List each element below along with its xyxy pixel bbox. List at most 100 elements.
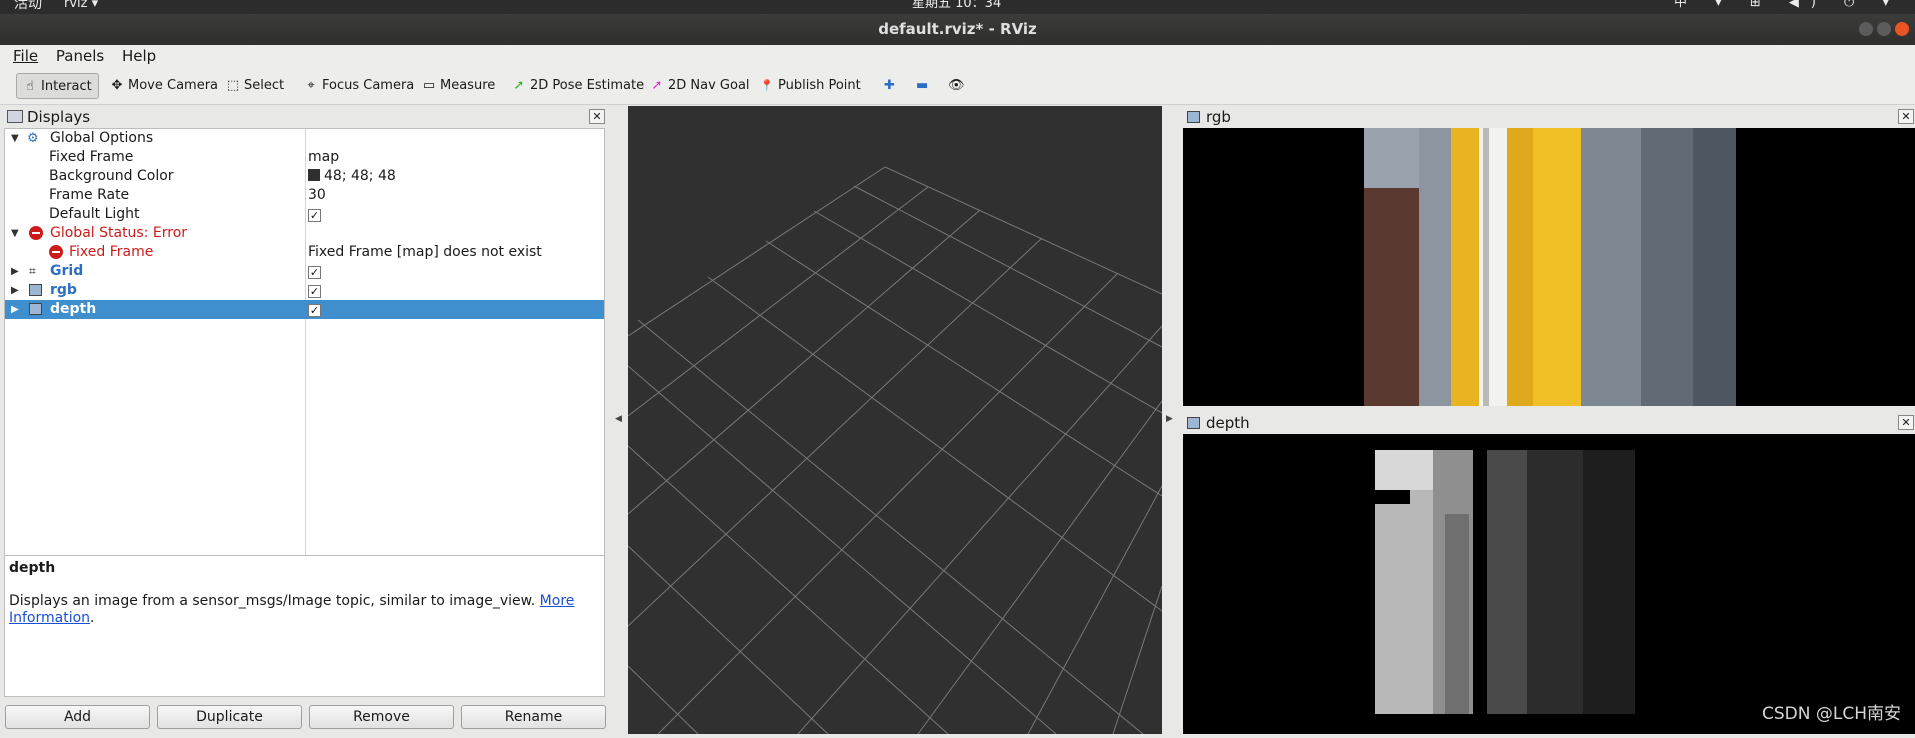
eye-icon: 👁 [948, 78, 965, 93]
add-button[interactable]: Add [5, 705, 150, 729]
row-label: depth [50, 301, 97, 317]
rgb-camera-image [1364, 128, 1736, 406]
panel-close-icon[interactable]: ✕ [589, 109, 605, 124]
depth-image-view[interactable]: CSDN @LCH南安 [1183, 434, 1915, 734]
rgb-panel-header: rgb ✕ [1183, 106, 1915, 128]
tree-row-background-color[interactable]: Background Color 48; 48; 48 [5, 167, 604, 186]
rgb-checkbox[interactable]: ✓ [308, 285, 321, 298]
move-camera-label: Move Camera [128, 78, 219, 93]
watermark: CSDN @LCH南安 [1762, 704, 1901, 724]
tree-row-frame-rate[interactable]: Frame Rate 30 [5, 186, 604, 205]
error-icon [29, 226, 43, 240]
rgb-title: rgb [1206, 108, 1231, 126]
rename-button[interactable]: Rename [461, 705, 606, 729]
background-color-value[interactable]: 48; 48; 48 [308, 167, 396, 186]
nav-goal-tool-button[interactable]: ➚ 2D Nav Goal [644, 73, 756, 99]
tree-row-fixed-frame-error[interactable]: Fixed Frame Fixed Frame [map] does not e… [5, 243, 604, 262]
menu-file[interactable]: File [13, 45, 38, 67]
map-pin-icon: 📍 [760, 79, 774, 92]
menu-panels[interactable]: Panels [56, 45, 104, 67]
interact-label: Interact [41, 79, 92, 94]
displays-title: Displays [27, 108, 91, 126]
collapse-right-icon[interactable]: ▶ [1166, 414, 1173, 424]
menu-help[interactable]: Help [122, 45, 156, 67]
tree-row-global-status[interactable]: ▼ Global Status: Error [5, 224, 604, 243]
minus-icon: ▬ [916, 78, 929, 93]
window-titlebar: default.rviz* - RViz [0, 14, 1915, 45]
tree-row-grid[interactable]: ▶ ⌗ Grid ✓ [5, 262, 604, 281]
pose-estimate-tool-button[interactable]: ➚ 2D Pose Estimate [506, 73, 650, 99]
row-label: rgb [50, 282, 77, 298]
color-value-text: 48; 48; 48 [324, 168, 396, 184]
remove-button[interactable]: Remove [309, 705, 454, 729]
tree-row-depth[interactable]: ▶ depth ✓ [5, 300, 604, 319]
publish-point-label: Publish Point [778, 78, 861, 93]
measure-tool-button[interactable]: ▭ Measure [416, 73, 501, 99]
pose-estimate-label: 2D Pose Estimate [530, 78, 645, 93]
panel-close-icon[interactable]: ✕ [1898, 109, 1914, 124]
collapse-left-icon[interactable]: ◀ [615, 414, 622, 424]
app-menu[interactable]: rviz ▾ [64, 0, 98, 10]
tree-row-global-options[interactable]: ▼ ⚙ Global Options [5, 129, 604, 148]
grid-icon: ⌗ [29, 264, 36, 278]
error-icon [49, 245, 63, 259]
depth-checkbox[interactable]: ✓ [308, 304, 321, 317]
system-top-bar: 活动 rviz ▾ 星期五 10：34 中 ▾ ⊞ ◀) ⏻ ▾ [0, 0, 1915, 14]
focus-icon: ⌖ [307, 78, 315, 93]
grid-render [627, 166, 1163, 735]
expand-arrow-icon[interactable]: ▼ [11, 129, 19, 148]
fixed-frame-value[interactable]: map [308, 148, 339, 167]
depth-camera-image [1375, 450, 1635, 714]
displays-panel-header: Displays ✕ [3, 106, 606, 128]
minimize-button[interactable] [1859, 22, 1873, 36]
system-tray[interactable]: 中 ▾ ⊞ ◀) ⏻ ▾ [1674, 0, 1901, 9]
row-label: Frame Rate [49, 187, 130, 203]
window-controls [1859, 22, 1909, 36]
nav-arrow-icon: ➚ [651, 78, 663, 93]
frame-rate-value[interactable]: 30 [308, 186, 326, 205]
duplicate-button[interactable]: Duplicate [157, 705, 302, 729]
publish-point-tool-button[interactable]: 📍 Publish Point [754, 73, 867, 99]
close-button[interactable] [1895, 22, 1909, 36]
right-splitter[interactable]: ▶ [1164, 106, 1174, 734]
row-label: Grid [50, 263, 84, 279]
collapse-arrow-icon[interactable]: ▶ [11, 300, 19, 319]
select-icon: ⬚ [226, 78, 240, 93]
tree-row-rgb[interactable]: ▶ rgb ✓ [5, 281, 604, 300]
3d-view[interactable] [627, 106, 1163, 735]
description-text: Displays an image from a sensor_msgs/Ima… [9, 593, 536, 609]
left-splitter[interactable]: ◀ [613, 106, 623, 734]
monitor-icon [7, 110, 23, 123]
interact-tool-button[interactable]: ☝ Interact [16, 73, 99, 99]
tree-row-fixed-frame[interactable]: Fixed Frame map [5, 148, 604, 167]
pose-arrow-icon: ➚ [513, 78, 525, 93]
grid-checkbox[interactable]: ✓ [308, 266, 321, 279]
error-message: Fixed Frame [map] does not exist [308, 244, 542, 260]
tool-bar: ☝ Interact ✥ Move Camera ⬚ Select ⌖ Focus Ca… [0, 67, 1915, 105]
collapse-arrow-icon[interactable]: ▶ [11, 281, 19, 300]
image-icon [1187, 111, 1200, 123]
collapse-arrow-icon[interactable]: ▶ [11, 262, 19, 281]
description-title: depth [9, 560, 56, 576]
select-tool-button[interactable]: ⬚ Select [220, 73, 290, 99]
tree-row-default-light[interactable]: Default Light ✓ [5, 205, 604, 224]
add-tool-button[interactable]: ✚ [880, 73, 901, 99]
view-tool-button[interactable]: 👁 [944, 73, 971, 99]
activities-label[interactable]: 活动 [14, 0, 42, 11]
expand-arrow-icon[interactable]: ▼ [11, 224, 19, 243]
measure-label: Measure [440, 78, 496, 93]
maximize-button[interactable] [1877, 22, 1891, 36]
default-light-checkbox[interactable]: ✓ [308, 209, 321, 222]
nav-goal-label: 2D Nav Goal [668, 78, 750, 93]
image-icon [1187, 417, 1200, 429]
panel-close-icon[interactable]: ✕ [1898, 415, 1914, 430]
clock[interactable]: 星期五 10：34 [912, 0, 1001, 10]
description-end: . [90, 610, 95, 626]
rgb-image-view[interactable] [1183, 128, 1915, 406]
focus-camera-tool-button[interactable]: ⌖ Focus Camera [298, 73, 420, 99]
focus-camera-label: Focus Camera [322, 78, 415, 93]
menu-bar: File Panels Help [0, 45, 1915, 67]
row-label: Default Light [49, 206, 140, 222]
remove-tool-button[interactable]: ▬ [912, 73, 934, 99]
move-camera-tool-button[interactable]: ✥ Move Camera [104, 73, 224, 99]
